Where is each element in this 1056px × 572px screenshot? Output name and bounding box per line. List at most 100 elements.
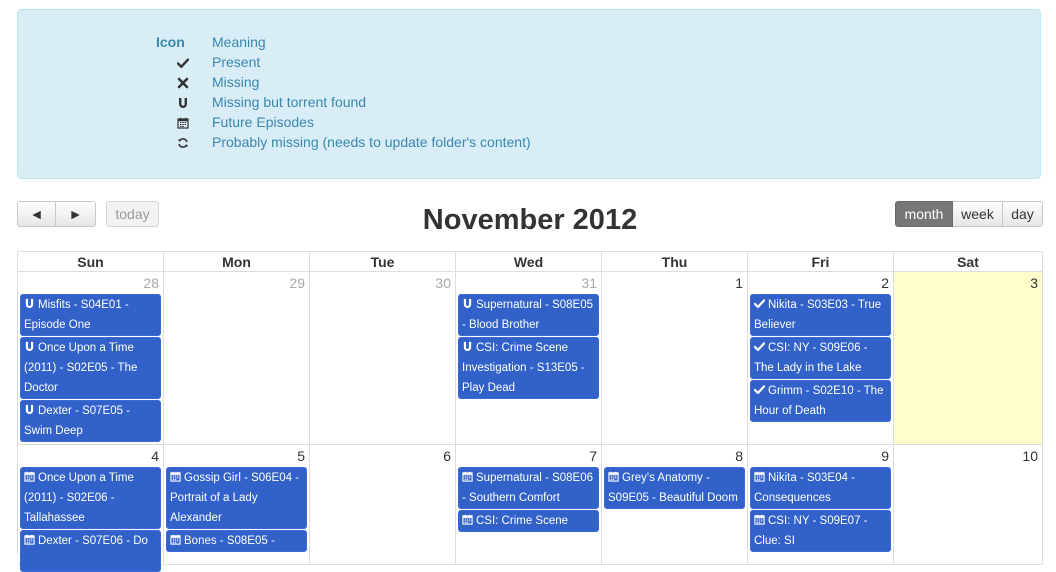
episode-title: Once Upon a Time (2011) - S02E05 - The D… bbox=[24, 342, 138, 394]
day-number: 4 bbox=[151, 448, 159, 464]
day-cell[interactable]: 29 bbox=[164, 272, 310, 445]
calendar-icon bbox=[24, 469, 35, 482]
calendar-icon bbox=[462, 469, 473, 482]
episode-title: Gossip Girl - S06E04 - Portrait of a Lad… bbox=[170, 472, 300, 524]
magnet-icon bbox=[24, 339, 35, 352]
calendar-icon bbox=[158, 112, 208, 132]
view-month-button[interactable]: month bbox=[895, 201, 953, 227]
episode-event[interactable]: Once Upon a Time (2011) - S02E05 - The D… bbox=[20, 337, 161, 399]
magnet-icon bbox=[158, 92, 208, 112]
episode-event[interactable]: Gossip Girl - S06E04 - Portrait of a Lad… bbox=[166, 467, 307, 529]
episode-event[interactable]: Once Upon a Time (2011) - S02E06 - Talla… bbox=[20, 467, 161, 529]
episode-title: Supernatural - S08E05 - Blood Brother bbox=[462, 299, 593, 331]
day-cell[interactable]: 30 bbox=[310, 272, 456, 445]
episode-event[interactable]: CSI: NY - S09E07 - Clue: SI bbox=[750, 510, 891, 552]
episode-event[interactable]: CSI: NY - S09E06 - The Lady in the Lake bbox=[750, 337, 891, 379]
day-number: 31 bbox=[581, 275, 597, 291]
day-cell[interactable]: 2 Nikita - S03E03 - True Believer CSI: NY … bbox=[748, 272, 894, 445]
legend-meaning: Missing bbox=[212, 74, 260, 90]
day-cell[interactable]: 5 Gossip Girl - S06E04 - Portrait of a La… bbox=[164, 445, 310, 565]
weekday-header-wed: Wed bbox=[456, 251, 602, 272]
check-icon bbox=[753, 339, 766, 352]
episode-title: Once Upon a Time (2011) - S02E06 - Talla… bbox=[24, 472, 134, 524]
episode-event[interactable]: Grimm - S02E10 - The Hour of Death bbox=[750, 380, 891, 422]
episode-title: CSI: Crime Scene Investigation - S13E05 … bbox=[462, 342, 585, 394]
legend-meaning: Future Episodes bbox=[212, 114, 314, 130]
day-number: 28 bbox=[143, 275, 159, 291]
view-button-group: month week day bbox=[895, 201, 1043, 227]
episode-event[interactable]: Misfits - S04E01 - Episode One bbox=[20, 294, 161, 336]
calendar-icon bbox=[462, 512, 473, 525]
episode-title: CSI: NY - S09E07 - Clue: SI bbox=[754, 515, 868, 547]
day-number: 10 bbox=[1022, 448, 1038, 464]
weekday-header-sat: Sat bbox=[894, 251, 1043, 272]
legend-row: Future Episodes bbox=[18, 112, 1040, 132]
episode-event[interactable]: Nikita - S03E04 - Consequences bbox=[750, 467, 891, 509]
weekday-header-tue: Tue bbox=[310, 251, 456, 272]
cross-icon bbox=[158, 72, 208, 92]
magnet-icon bbox=[462, 339, 473, 352]
day-number: 5 bbox=[297, 448, 305, 464]
check-icon bbox=[158, 52, 208, 72]
check-icon bbox=[753, 382, 766, 395]
weekday-header-thu: Thu bbox=[602, 251, 748, 272]
month-calendar: Sun Mon Tue Wed Thu Fri Sat 28 Misfits - S04E01 … bbox=[17, 251, 1043, 572]
day-cell[interactable]: 9 Nikita - S03E04 - Consequences CSI: NY -… bbox=[748, 445, 894, 565]
calendar-icon bbox=[608, 469, 619, 482]
view-week-button[interactable]: week bbox=[953, 201, 1003, 227]
view-day-button[interactable]: day bbox=[1003, 201, 1043, 227]
legend-header-icon-label: Icon bbox=[156, 34, 185, 50]
day-cell[interactable]: 6 bbox=[310, 445, 456, 565]
day-number: 6 bbox=[443, 448, 451, 464]
day-cell[interactable]: 4 Once Upon a Time (2011) - S02E06 - Tall… bbox=[18, 445, 164, 572]
legend-meaning: Missing but torrent found bbox=[212, 94, 367, 110]
episode-event[interactable]: Dexter - S07E05 - Swim Deep bbox=[20, 400, 161, 442]
calendar-icon bbox=[24, 532, 35, 545]
legend-header-meaning-label: Meaning bbox=[212, 34, 266, 50]
calendar-icon bbox=[754, 512, 765, 525]
legend-row: Present bbox=[18, 52, 1040, 72]
day-number: 8 bbox=[735, 448, 743, 464]
episode-title: Bones - S08E05 - bbox=[184, 535, 275, 547]
magnet-icon bbox=[24, 402, 35, 415]
episode-title: Dexter - S07E06 - Do bbox=[38, 535, 148, 547]
day-cell[interactable]: 3 bbox=[894, 272, 1043, 445]
day-cell[interactable]: 8 Grey's Anatomy - S09E05 - Beautiful Doo… bbox=[602, 445, 748, 565]
weekday-header-fri: Fri bbox=[748, 251, 894, 272]
day-cell[interactable]: 28 Misfits - S04E01 - Episode One Once Upo… bbox=[18, 272, 164, 445]
episode-event[interactable]: Bones - S08E05 - bbox=[166, 530, 307, 552]
episode-title: Nikita - S03E03 - True Believer bbox=[754, 299, 882, 331]
day-number: 1 bbox=[735, 275, 743, 291]
episode-title: Misfits - S04E01 - Episode One bbox=[24, 299, 129, 331]
episode-title: Grey's Anatomy - S09E05 - Beautiful Doom bbox=[608, 472, 738, 504]
magnet-icon bbox=[24, 296, 35, 309]
day-cell[interactable]: 7 Supernatural - S08E06 - Southern Comfor… bbox=[456, 445, 602, 565]
refresh-icon bbox=[158, 132, 208, 152]
calendar-icon bbox=[170, 532, 181, 545]
day-number: 2 bbox=[881, 275, 889, 291]
episode-title: CSI: Crime Scene bbox=[476, 515, 569, 527]
day-cell[interactable]: 1 bbox=[602, 272, 748, 445]
episode-title: Dexter - S07E05 - Swim Deep bbox=[24, 405, 131, 437]
check-icon bbox=[753, 296, 766, 309]
legend-row: Missing but torrent found bbox=[18, 92, 1040, 112]
legend-header: Icon Meaning bbox=[18, 32, 1040, 52]
episode-event[interactable]: CSI: Crime Scene Investigation - S13E05 … bbox=[458, 337, 599, 399]
weekday-header-mon: Mon bbox=[164, 251, 310, 272]
episode-event[interactable]: Supernatural - S08E06 - Southern Comfort bbox=[458, 467, 599, 509]
legend-row: Missing bbox=[18, 72, 1040, 92]
episode-title: Grimm - S02E10 - The Hour of Death bbox=[754, 385, 884, 417]
episode-event[interactable]: Dexter - S07E06 - Do bbox=[20, 530, 161, 572]
episode-event[interactable]: Grey's Anatomy - S09E05 - Beautiful Doom bbox=[604, 467, 745, 509]
day-cell[interactable]: 10 bbox=[894, 445, 1043, 565]
episode-event[interactable]: Supernatural - S08E05 - Blood Brother bbox=[458, 294, 599, 336]
episode-title: Nikita - S03E04 - Consequences bbox=[754, 472, 855, 504]
calendar-icon bbox=[170, 469, 181, 482]
day-number: 7 bbox=[589, 448, 597, 464]
legend-meaning: Probably missing (needs to update folder… bbox=[212, 134, 531, 150]
episode-event[interactable]: CSI: Crime Scene bbox=[458, 510, 599, 532]
day-number: 29 bbox=[289, 275, 305, 291]
calendar-icon bbox=[754, 469, 765, 482]
episode-event[interactable]: Nikita - S03E03 - True Believer bbox=[750, 294, 891, 336]
day-cell[interactable]: 31 Supernatural - S08E05 - Blood Brother C… bbox=[456, 272, 602, 445]
